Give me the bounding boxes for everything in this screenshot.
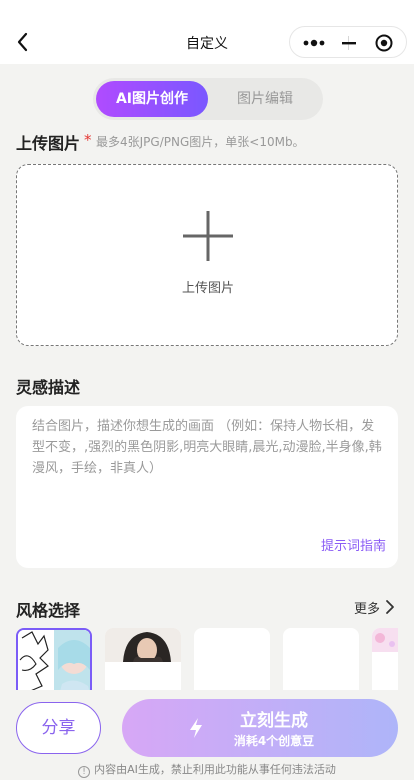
pastel-illustration xyxy=(372,628,398,698)
sketch-illustration xyxy=(18,630,90,698)
required-mark: * xyxy=(84,131,92,149)
ai-disclaimer: ! 内容由AI生成，禁止利用此功能从事任何违法活动 xyxy=(0,761,414,778)
prompt-guide-link[interactable]: 提示词指南 xyxy=(321,535,386,554)
generate-cost: 消耗4个创意豆 xyxy=(233,734,315,748)
upload-hint: 最多4张JPG/PNG图片，单张<10Mb。 xyxy=(96,135,305,149)
tab-ai-image-create[interactable]: AI图片创作 xyxy=(96,81,208,117)
mode-tabs: AI图片创作 图片编辑 xyxy=(93,78,323,120)
inspiration-textarea[interactable]: 结合图片，描述你想生成的画面 （例如：保持人物长相，发型不变，,强烈的黑色阴影,… xyxy=(16,406,398,568)
style-thumb-blank-2[interactable] xyxy=(283,628,359,698)
style-thumb-photo[interactable] xyxy=(105,628,181,698)
inspiration-section-title: 灵感描述 xyxy=(16,378,81,397)
upload-dropzone[interactable]: 上传图片 xyxy=(16,164,398,346)
upload-box-label: 上传图片 xyxy=(181,281,234,296)
inspiration-placeholder: 结合图片，描述你想生成的画面 （例如：保持人物长相，发型不变，,强烈的黑色阴影,… xyxy=(32,419,382,476)
tab-image-edit[interactable]: 图片编辑 xyxy=(211,81,319,117)
share-button[interactable]: 分享 xyxy=(16,702,101,754)
style-section-title: 风格选择 xyxy=(16,601,81,620)
portrait-photo xyxy=(105,628,181,698)
disclaimer-text: 内容由AI生成，禁止利用此功能从事任何违法活动 xyxy=(94,763,336,776)
lightning-icon xyxy=(190,718,202,738)
minus-icon[interactable] xyxy=(341,35,357,51)
mini-program-capsule xyxy=(289,26,407,58)
style-thumbnails xyxy=(16,628,398,698)
nav-bar: 自定义 xyxy=(0,0,414,64)
plus-icon xyxy=(183,211,233,261)
generate-label: 立刻生成 xyxy=(240,711,308,731)
style-thumb-pastel[interactable] xyxy=(372,628,398,698)
style-thumb-blank-1[interactable] xyxy=(194,628,270,698)
style-thumb-sketch[interactable] xyxy=(16,628,92,698)
upload-section-title: 上传图片 xyxy=(16,134,81,153)
generate-button[interactable]: 立刻生成 消耗4个创意豆 xyxy=(122,699,398,757)
bottom-action-bar: 分享 立刻生成 消耗4个创意豆 ! 内容由AI生成，禁止利用此功能从事任何违法活动 xyxy=(0,690,414,780)
target-close-icon[interactable] xyxy=(374,33,394,53)
more-styles-link[interactable]: 更多 xyxy=(354,598,380,617)
more-dots-icon[interactable] xyxy=(300,35,328,51)
chevron-right-icon[interactable] xyxy=(384,599,396,615)
info-icon: ! xyxy=(78,766,91,778)
